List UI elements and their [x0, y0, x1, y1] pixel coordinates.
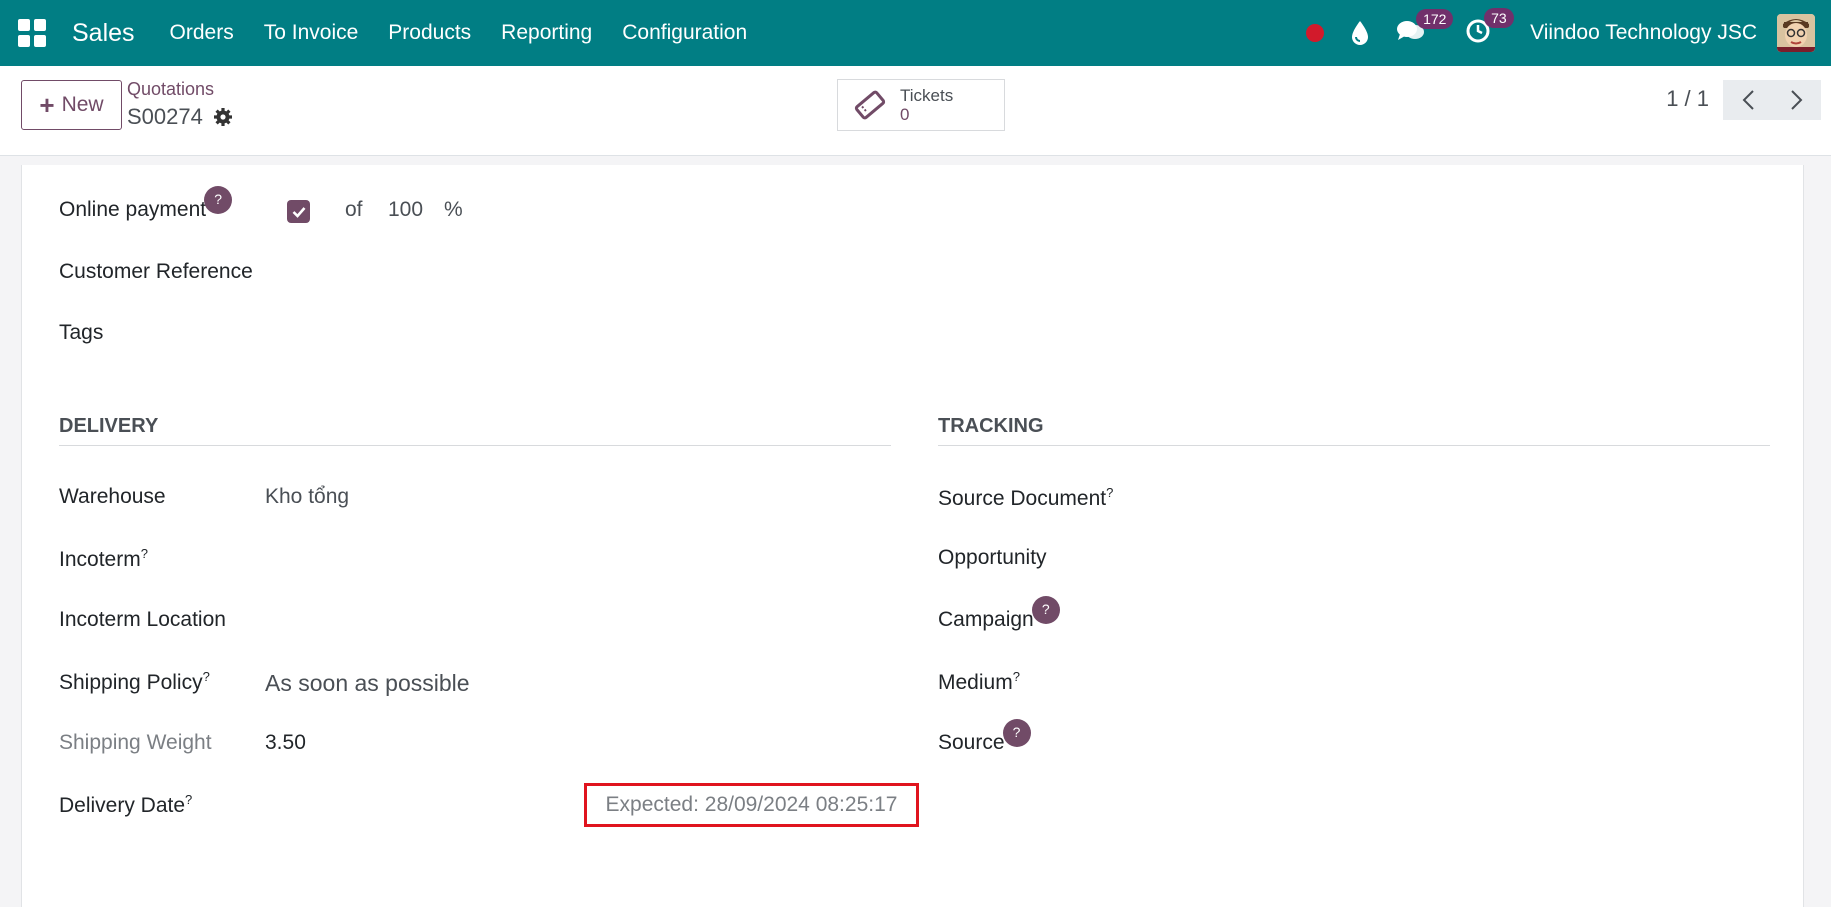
source-document-help-mark[interactable]: ?: [1106, 485, 1113, 500]
tickets-count: 0: [900, 105, 910, 124]
chevron-right-icon: [1790, 90, 1802, 110]
medium-label: Medium?: [938, 669, 1020, 694]
tracking-section-divider: [938, 445, 1770, 446]
menu-products[interactable]: Products: [373, 21, 486, 45]
menu-configuration[interactable]: Configuration: [607, 21, 762, 45]
apps-menu-icon[interactable]: [18, 19, 46, 47]
ticket-icon: [854, 90, 886, 120]
record-title: S00274: [127, 104, 233, 130]
recording-dot-icon[interactable]: [1306, 24, 1325, 42]
menu-orders[interactable]: Orders: [155, 21, 249, 45]
delivery-section-title: DELIVERY: [59, 415, 159, 437]
source-label: Source?: [938, 719, 1031, 759]
incoterm-location-label: Incoterm Location: [59, 608, 226, 631]
check-icon: [292, 206, 305, 218]
source-help-icon[interactable]: ?: [1002, 719, 1031, 747]
tickets-smart-button[interactable]: Tickets 0: [837, 79, 1005, 131]
online-payment-of: of: [345, 198, 363, 221]
chevron-left-icon: [1742, 90, 1754, 110]
plus-icon: +: [39, 89, 55, 120]
top-navbar: Sales Orders To Invoice Products Reporti…: [0, 0, 1831, 66]
shipping-policy-field[interactable]: As soon as possible: [265, 670, 470, 697]
delivery-section-divider: [59, 445, 891, 446]
new-button[interactable]: + New: [21, 80, 122, 130]
opportunity-label: Opportunity: [938, 546, 1047, 569]
drop-icon[interactable]: [1350, 20, 1370, 46]
company-switcher[interactable]: Viindoo Technology JSC: [1530, 21, 1757, 45]
shipping-weight-label: Shipping Weight: [59, 731, 212, 754]
activities-badge: 73: [1484, 7, 1514, 28]
pager-next-button[interactable]: [1772, 80, 1821, 120]
medium-help-mark[interactable]: ?: [1013, 669, 1020, 684]
expected-delivery-date: Expected: 28/09/2024 08:25:17: [584, 783, 919, 827]
incoterm-help-mark[interactable]: ?: [141, 546, 148, 561]
messages-badge: 172: [1416, 8, 1454, 29]
activities-button[interactable]: 73: [1464, 7, 1514, 50]
percent-unit: %: [444, 198, 463, 221]
source-document-label: Source Document?: [938, 485, 1114, 510]
shipping-weight-value: 3.50: [265, 731, 306, 754]
delivery-date-label: Delivery Date?: [59, 792, 193, 817]
app-name[interactable]: Sales: [72, 19, 135, 48]
tags-label: Tags: [59, 321, 104, 344]
campaign-label: Campaign?: [938, 596, 1060, 636]
menu-to-invoice[interactable]: To Invoice: [249, 21, 374, 45]
menu-reporting[interactable]: Reporting: [486, 21, 607, 45]
pager-value[interactable]: 1 / 1: [1666, 86, 1709, 112]
form-sheet: Online payment? of 100 % Customer Refere…: [21, 165, 1804, 907]
pager-previous-button[interactable]: [1723, 80, 1772, 120]
gear-icon[interactable]: [213, 107, 233, 127]
online-payment-checkbox[interactable]: [287, 200, 310, 223]
record-name: S00274: [127, 104, 203, 129]
tickets-label: Tickets: [900, 86, 954, 105]
warehouse-field[interactable]: Kho tổng: [265, 485, 349, 509]
user-avatar[interactable]: [1777, 14, 1815, 52]
breadcrumb-quotations[interactable]: Quotations: [127, 79, 214, 100]
prepayment-percent-input[interactable]: 100: [388, 198, 423, 222]
control-panel: + New Quotations S00274 Tickets 0 1 / 1: [0, 66, 1831, 156]
shipping-policy-label: Shipping Policy?: [59, 669, 210, 694]
warehouse-label: Warehouse: [59, 485, 166, 508]
online-payment-help-icon[interactable]: ?: [204, 186, 233, 214]
online-payment-field-label: Online payment?: [59, 186, 233, 226]
new-button-label: New: [61, 93, 104, 116]
tracking-section-title: TRACKING: [938, 415, 1044, 437]
campaign-help-icon[interactable]: ?: [1031, 596, 1060, 624]
delivery-date-help-mark[interactable]: ?: [185, 792, 192, 807]
shipping-policy-help-mark[interactable]: ?: [203, 669, 210, 684]
messages-button[interactable]: 172: [1396, 8, 1454, 49]
customer-reference-label: Customer Reference: [59, 260, 253, 283]
incoterm-label: Incoterm?: [59, 546, 148, 571]
